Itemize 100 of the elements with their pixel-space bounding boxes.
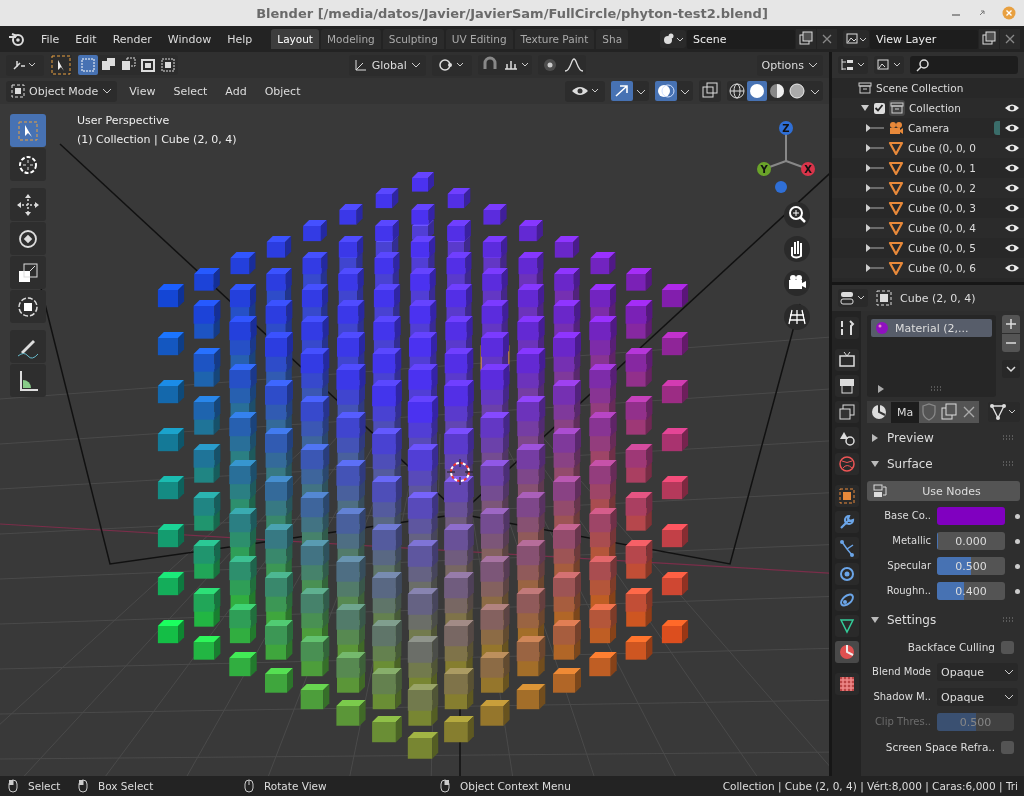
resize-grip-icon[interactable] xyxy=(929,386,944,392)
display-mode-dropdown[interactable] xyxy=(838,56,868,74)
blender-logo-icon[interactable] xyxy=(8,31,26,47)
menu-item[interactable]: Help xyxy=(220,29,260,49)
gizmo-toggle-icon[interactable] xyxy=(611,81,633,101)
wireframe-shading-icon[interactable] xyxy=(727,81,747,101)
grid-icon[interactable] xyxy=(784,304,810,330)
expand-toggle-icon[interactable] xyxy=(866,183,884,193)
select-box-tool-icon[interactable] xyxy=(50,54,72,76)
eye-icon[interactable] xyxy=(1004,262,1020,274)
outliner-item[interactable]: Cube (0, 0, 1 xyxy=(908,162,1000,174)
outliner-item[interactable]: Scene Collection xyxy=(876,82,964,94)
close-icon[interactable] xyxy=(817,29,837,49)
outliner-item[interactable]: Cube (0, 0, 4 xyxy=(908,222,1000,234)
drag-grip-icon[interactable] xyxy=(1002,435,1016,441)
menu-item[interactable]: Render xyxy=(105,29,159,49)
view-layer-browse-dropdown[interactable] xyxy=(843,30,869,48)
viewport-menu-item[interactable]: View xyxy=(123,81,162,101)
drag-grip-icon[interactable] xyxy=(1002,617,1016,623)
axis-gizmo-drawing[interactable]: Z Y X xyxy=(751,116,821,194)
scene-properties-tab[interactable] xyxy=(834,427,859,449)
panel-header[interactable]: Preview xyxy=(867,427,1020,449)
copy-icon[interactable] xyxy=(979,29,999,49)
checkbox[interactable] xyxy=(1001,640,1014,654)
eye-icon[interactable] xyxy=(1004,202,1020,214)
add-slot-button[interactable] xyxy=(1002,315,1020,333)
select-intersect-icon[interactable] xyxy=(158,55,178,75)
world-properties-tab[interactable] xyxy=(834,453,859,475)
filter-dropdown[interactable] xyxy=(874,56,904,74)
workspace-tab[interactable]: UV Editing xyxy=(445,29,513,49)
expand-toggle-icon[interactable] xyxy=(866,243,884,253)
transform-tool-button[interactable] xyxy=(10,290,46,323)
rotate-tool-button[interactable] xyxy=(10,222,46,255)
tool-properties-tab[interactable] xyxy=(834,317,859,339)
close-icon[interactable] xyxy=(959,401,980,423)
eye-icon[interactable] xyxy=(1004,182,1020,194)
overlays-toggle-icon[interactable] xyxy=(655,81,677,101)
orientation-dropdown[interactable]: Global xyxy=(348,54,426,76)
viewport-menu-item[interactable]: Select xyxy=(167,81,214,101)
particles-properties-tab[interactable] xyxy=(834,537,859,559)
workspace-tab[interactable]: Sha xyxy=(596,29,629,49)
expand-toggle-icon[interactable] xyxy=(866,263,884,273)
workspace-tab[interactable]: Modeling xyxy=(321,29,381,49)
menu-item[interactable]: Window xyxy=(160,29,219,49)
remove-slot-button[interactable] xyxy=(1002,334,1020,352)
expand-toggle-icon[interactable] xyxy=(866,123,884,133)
zoom-icon[interactable] xyxy=(784,202,810,228)
annotate-tool-button[interactable] xyxy=(10,330,46,363)
checkbox[interactable] xyxy=(874,102,885,114)
camera-icon[interactable] xyxy=(784,270,810,296)
expand-toggle-icon[interactable] xyxy=(866,203,884,213)
menu-item[interactable]: Edit xyxy=(68,29,104,49)
eye-icon[interactable] xyxy=(1004,162,1020,174)
panel-header[interactable]: Settings xyxy=(867,609,1020,631)
copy-icon[interactable] xyxy=(796,29,816,49)
slot-menu-button[interactable] xyxy=(1002,360,1020,378)
expand-toggle-icon[interactable] xyxy=(866,163,884,173)
menu-item[interactable]: File xyxy=(33,29,67,49)
use-nodes-button[interactable]: Use Nodes xyxy=(867,481,1020,501)
outliner-item[interactable]: Cube (0, 0, 6 xyxy=(908,262,1000,274)
workspace-tab[interactable]: Texture Paint xyxy=(514,29,595,49)
node-link-dot-icon[interactable] xyxy=(1015,563,1020,569)
texture-properties-tab[interactable] xyxy=(834,673,859,695)
material-name-field[interactable]: Ma xyxy=(891,401,920,423)
eye-icon[interactable] xyxy=(1004,122,1020,134)
node-link-dot-icon[interactable] xyxy=(1015,513,1020,519)
view-layer-name-field[interactable]: View Layer xyxy=(870,29,978,49)
material-properties-tab[interactable] xyxy=(834,641,859,663)
3d-viewport[interactable]: Global Options Object Mode View Select Add Object User Perspective (1) Collection | Cube (2, 0, 4) Z Y X xyxy=(0,52,829,776)
copy-icon[interactable] xyxy=(939,401,960,423)
material-shading-icon[interactable] xyxy=(767,81,787,101)
render-properties-tab[interactable] xyxy=(834,349,859,371)
cursor-tool-button[interactable] xyxy=(10,148,46,181)
expand-toggle-icon[interactable] xyxy=(866,143,884,153)
move-tool-button[interactable] xyxy=(10,188,46,221)
physics-properties-tab[interactable] xyxy=(834,563,859,585)
measure-tool-button[interactable] xyxy=(10,364,46,397)
dropdown[interactable]: Opaque xyxy=(937,688,1018,706)
color-swatch[interactable] xyxy=(937,507,1005,525)
outliner-item[interactable]: Cube (0, 0, 2 xyxy=(908,182,1000,194)
outliner-item[interactable]: Cube (0, 0, 0 xyxy=(908,142,1000,154)
solid-shading-icon[interactable] xyxy=(747,81,767,101)
eye-icon[interactable] xyxy=(1004,242,1020,254)
editor-type-dropdown[interactable] xyxy=(838,289,868,307)
dropdown[interactable]: Opaque xyxy=(937,663,1018,681)
visibility-dropdown[interactable] xyxy=(565,80,605,102)
eye-icon[interactable] xyxy=(1004,222,1020,234)
checkbox[interactable] xyxy=(1001,740,1014,754)
expand-toggle-icon[interactable] xyxy=(860,103,870,113)
expand-toggle-icon[interactable] xyxy=(866,223,884,233)
workspace-tab[interactable]: Sculpting xyxy=(382,29,444,49)
drag-grip-icon[interactable] xyxy=(1002,461,1016,467)
viewport-menu-item[interactable]: Add xyxy=(219,81,253,101)
options-dropdown[interactable]: Options xyxy=(756,54,823,76)
node-link-dot-icon[interactable] xyxy=(1015,588,1020,594)
modifier-properties-tab[interactable] xyxy=(834,511,859,533)
expand-toggle-icon[interactable] xyxy=(877,385,885,393)
mode-dropdown[interactable]: Object Mode xyxy=(6,80,118,102)
node-link-dot-icon[interactable] xyxy=(1015,538,1020,544)
outliner-item[interactable]: Collection xyxy=(909,102,1000,114)
